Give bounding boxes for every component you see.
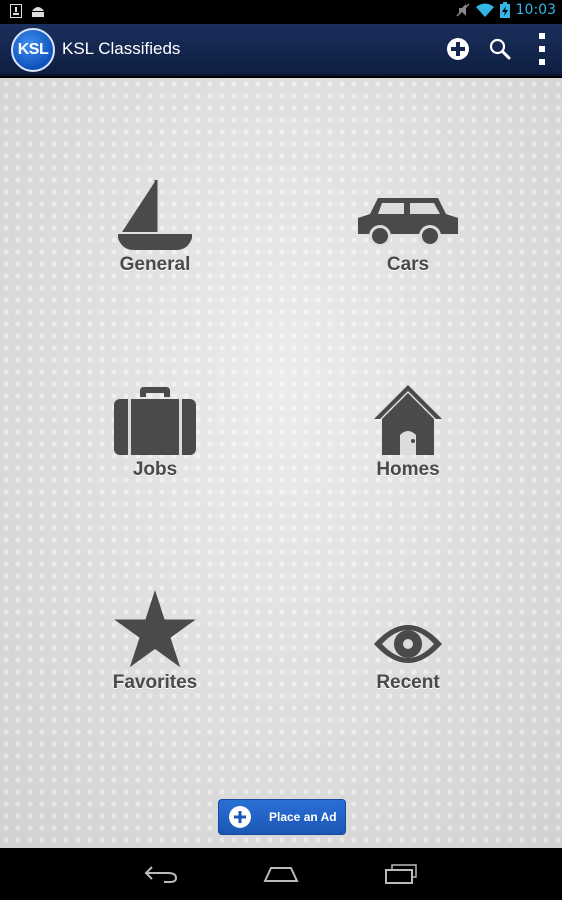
status-bar: 10:03 xyxy=(0,0,562,24)
system-nav-bar xyxy=(0,848,562,900)
sailboat-icon xyxy=(118,180,192,250)
category-label: Recent xyxy=(376,672,440,693)
place-an-ad-label: Place an Ad xyxy=(269,810,337,824)
category-favorites[interactable]: Favorites xyxy=(55,586,255,706)
battery-charging-icon xyxy=(499,2,510,18)
download-notification-icon xyxy=(10,4,22,18)
category-grid: General Cars Jobs Homes Favorites Recent xyxy=(0,78,562,848)
recent-apps-button[interactable] xyxy=(381,862,421,886)
app-logo[interactable]: KSL xyxy=(11,28,55,72)
star-icon xyxy=(114,590,196,668)
recent-apps-icon xyxy=(385,864,417,884)
category-label: Cars xyxy=(386,254,430,275)
add-button[interactable] xyxy=(443,34,473,64)
mute-icon xyxy=(456,3,470,17)
category-label: General xyxy=(119,254,191,275)
app-title: KSL Classifieds xyxy=(62,39,181,58)
category-recent[interactable]: Recent xyxy=(308,586,508,706)
add-circle-icon xyxy=(229,806,251,828)
back-button[interactable] xyxy=(141,862,181,886)
back-icon xyxy=(144,866,178,883)
car-icon xyxy=(358,198,458,247)
search-button[interactable] xyxy=(485,34,515,64)
category-general[interactable]: General xyxy=(55,168,255,288)
category-label: Jobs xyxy=(132,459,178,480)
home-icon xyxy=(263,867,299,882)
place-an-ad-button[interactable]: Place an Ad xyxy=(218,799,346,835)
house-icon xyxy=(374,385,442,455)
briefcase-icon xyxy=(114,387,196,455)
category-jobs[interactable]: Jobs xyxy=(55,373,255,493)
overflow-menu-icon xyxy=(539,33,545,65)
logo-text: KSL xyxy=(17,41,49,58)
eye-icon xyxy=(374,625,442,663)
clock: 10:03 xyxy=(515,2,556,18)
wifi-icon xyxy=(475,3,494,17)
add-circle-icon xyxy=(447,38,469,60)
overflow-menu-button[interactable] xyxy=(527,33,557,65)
search-icon xyxy=(489,38,511,60)
category-label: Favorites xyxy=(112,672,198,693)
android-icon xyxy=(32,7,44,17)
action-bar: KSL KSL Classifieds xyxy=(0,24,562,76)
category-label: Homes xyxy=(376,459,440,480)
category-cars[interactable]: Cars xyxy=(308,168,508,288)
category-homes[interactable]: Homes xyxy=(308,373,508,493)
home-button[interactable] xyxy=(261,862,301,886)
